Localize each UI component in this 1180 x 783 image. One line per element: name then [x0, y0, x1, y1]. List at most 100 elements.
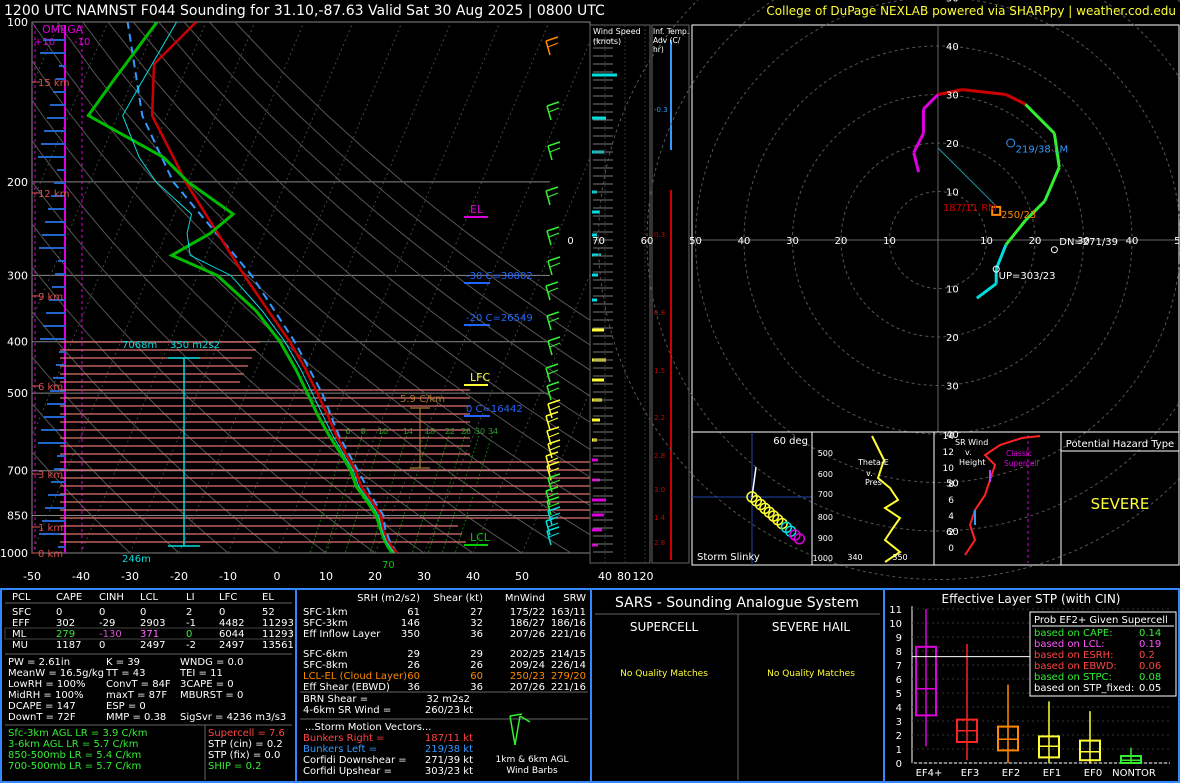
- index-value: MidRH = 100%: [8, 690, 84, 701]
- omega-tick: -10: [74, 37, 90, 48]
- inflow-bottom-label: 246m: [122, 554, 151, 565]
- kin-cell: 350: [401, 629, 420, 640]
- srwind46-value: 260/23 kt: [425, 705, 473, 716]
- pressure-tick-label: 100: [7, 16, 28, 29]
- parcel-cell: -130: [99, 629, 122, 640]
- parcel-cell: -1: [186, 618, 196, 629]
- kin-cell: 36: [470, 682, 483, 693]
- temp-tick-label: 20: [368, 570, 382, 583]
- kin-layer-name: LCL-EL (Cloud Layer): [303, 671, 407, 682]
- parcel-cell: 279: [56, 629, 75, 640]
- height-label: 9 km: [38, 292, 63, 303]
- stp-category: EF3: [961, 768, 979, 779]
- srwind-tick: 8: [948, 480, 954, 490]
- parcel-cell: 4482: [219, 618, 244, 629]
- stp-category: EF0: [1084, 768, 1102, 779]
- kin-cell: 226/14: [551, 660, 586, 671]
- hodo-x-tick: 70: [592, 236, 605, 247]
- pressure-tick-label: 200: [7, 176, 28, 189]
- height-label: 1 km: [38, 523, 63, 534]
- stp-legend-title: Prob EF2+ Given Supercell: [1034, 615, 1168, 626]
- kin-cell: 36: [470, 629, 483, 640]
- parcel-cell: ML: [12, 629, 27, 640]
- parcel-cell: 0: [56, 607, 62, 618]
- stp-legend-value: 0.06: [1139, 661, 1161, 672]
- kin-layer-name: SFC-1km: [303, 607, 348, 618]
- motion-value: 303/23 kt: [425, 766, 473, 777]
- stp-ytick: 5: [896, 689, 902, 700]
- pressure-tick-label: 1000: [0, 547, 28, 560]
- index-value: 3CAPE = 0: [180, 679, 234, 690]
- parcel-cell: 0: [186, 629, 192, 640]
- stp-legend-label: based on STP_fixed:: [1034, 683, 1134, 694]
- parcel-cell: -29: [99, 618, 115, 629]
- parcel-header: LCL: [140, 592, 159, 603]
- kin-header: Shear (kt): [433, 593, 483, 604]
- motion-value: 219/38 kt: [425, 744, 473, 755]
- credit-line: College of DuPage NEXLAB powered via SHA…: [766, 4, 1176, 18]
- temp-tick-label: 0: [274, 570, 281, 583]
- level-label: LFC: [470, 371, 490, 384]
- mixing-ratio-label: 14: [403, 427, 413, 436]
- parcel-cell: 0: [140, 607, 146, 618]
- slinky-title: Storm Slinky: [697, 552, 760, 563]
- theta-tick: 700: [818, 490, 833, 499]
- kin-cell: 36: [407, 682, 420, 693]
- pressure-tick-label: 850: [7, 510, 28, 523]
- stp-legend-label: based on EBWD:: [1034, 661, 1117, 672]
- kin-cell: 250/23: [510, 671, 545, 682]
- kin-cell: 26: [470, 660, 483, 671]
- parcel-header: EL: [262, 592, 274, 603]
- kin-cell: 186/27: [510, 618, 545, 629]
- stp-ytick: 3: [896, 717, 902, 728]
- stp-legend-value: 0.19: [1139, 639, 1161, 650]
- hodo-tick: 40: [946, 42, 959, 53]
- kin-header: SRH (m2/s2): [357, 593, 420, 604]
- kin-cell: 163/11: [551, 607, 586, 618]
- lm-label: 219/38 LM: [1016, 145, 1069, 156]
- mixing-ratio-label: 22: [445, 427, 455, 436]
- page-title: 1200 UTC NAMNST F044 Sounding for 31.10,…: [4, 3, 605, 19]
- stp-ytick: 6: [896, 675, 902, 686]
- mean-wind-label: 250/23: [1001, 210, 1036, 221]
- temp-adv-value: -0.3: [654, 106, 668, 114]
- temp-tick-label: 50: [515, 570, 529, 583]
- composite-index: STP (fix) = 0.0: [208, 750, 280, 761]
- mixing-ratio-label: 34: [488, 427, 498, 436]
- srwind-tick: 4: [948, 512, 954, 522]
- stp-ytick: 10: [889, 619, 902, 630]
- stp-ytick: 9: [896, 633, 902, 644]
- index-value: ConvT = 84F: [106, 679, 171, 690]
- stp-ytick: 1: [896, 745, 902, 756]
- theta-title: Pres: [865, 478, 882, 487]
- index-value: TEI = 11: [179, 668, 223, 679]
- stp-category: EF4+: [916, 768, 943, 779]
- kin-cell: 60: [407, 671, 420, 682]
- parcel-header: CINH: [99, 592, 124, 603]
- index-value: DCAPE = 147: [8, 701, 76, 712]
- index-value: MeanW = 16.5g/kg: [8, 668, 104, 679]
- hodo-x-tick: 10: [980, 236, 993, 247]
- index-value: PW = 2.61in: [8, 657, 70, 668]
- composite-index: STP (cin) = 0.2: [208, 739, 283, 750]
- kin-cell: 221/16: [551, 629, 586, 640]
- inflow-top-label: 7068m: [122, 340, 157, 351]
- kin-layer-name: SFC-8km: [303, 660, 348, 671]
- mixing-ratio-label: 30: [475, 427, 485, 436]
- kin-cell: 29: [407, 649, 420, 660]
- freezing-level-label: 0 C=16442: [466, 404, 523, 415]
- parcel-header: PCL: [12, 592, 31, 603]
- temp-tick-label: 10: [319, 570, 333, 583]
- temp-adv-value: 1.4: [654, 514, 666, 522]
- stp-legend-label: based on ESRH:: [1034, 650, 1114, 661]
- hodo-x-tick: 30: [786, 236, 799, 247]
- index-value: SigSvr = 4236 m3/s3: [180, 712, 286, 723]
- parcel-header: LI: [186, 592, 195, 603]
- hazard-value: SEVERE: [1091, 495, 1150, 513]
- motion-label: Corfidi Upshear =: [303, 766, 392, 777]
- temp-adv-title: Inf. Temp.: [653, 27, 689, 36]
- stp-category: NONTOR: [1112, 768, 1156, 779]
- stp-ytick: 8: [896, 647, 902, 658]
- height-label: 12 km: [38, 189, 69, 200]
- kin-cell: 186/16: [551, 618, 586, 629]
